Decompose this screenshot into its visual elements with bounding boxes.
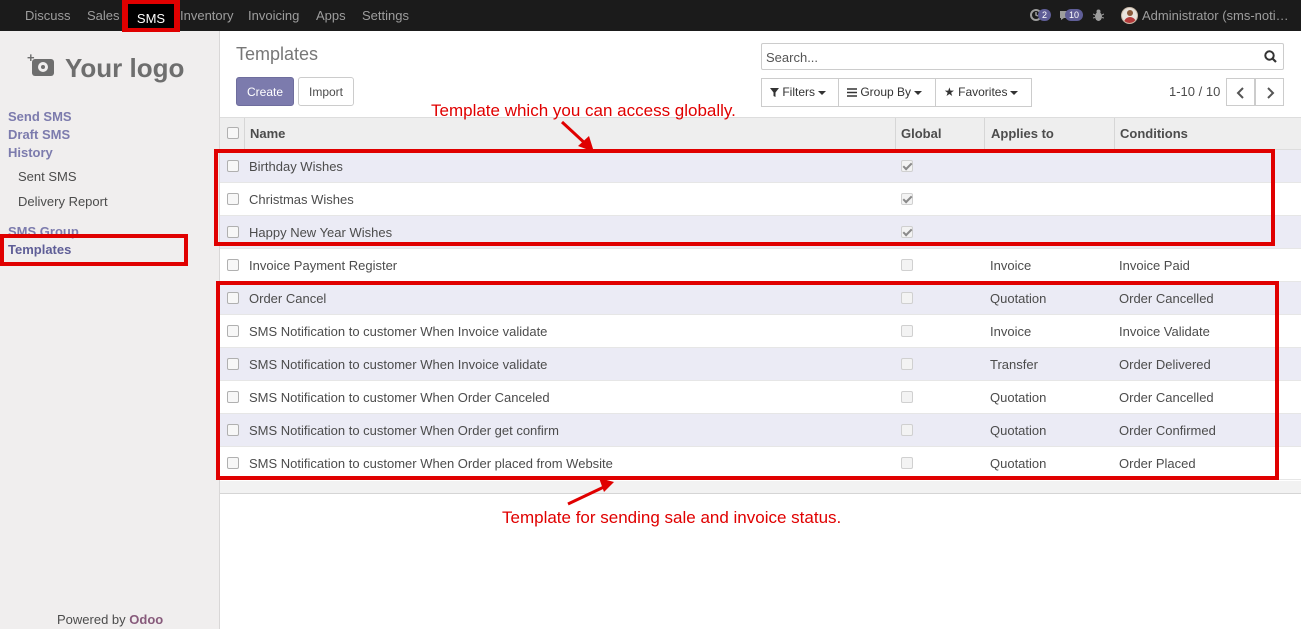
- pager-next-button[interactable]: [1255, 78, 1284, 106]
- menu-settings[interactable]: Settings: [362, 0, 409, 31]
- caret-down-icon: [1010, 90, 1019, 95]
- filter-icon: [770, 88, 779, 97]
- favorites-dropdown[interactable]: ★ Favorites: [935, 78, 1032, 107]
- messages-button[interactable]: 10: [1059, 0, 1085, 31]
- search-bar: [761, 43, 1284, 70]
- column-header-applies-to[interactable]: Applies to: [991, 118, 1054, 149]
- odoo-link[interactable]: Odoo: [129, 612, 163, 627]
- global-templates-highlight: [214, 149, 1275, 246]
- table-header: Name Global Applies to Conditions: [220, 117, 1301, 150]
- menu-apps[interactable]: Apps: [316, 0, 346, 31]
- sidebar-item-delivery-report[interactable]: Delivery Report: [18, 194, 108, 209]
- column-header-name[interactable]: Name: [250, 118, 285, 149]
- powered-by-prefix: Powered by: [57, 612, 130, 627]
- pager-previous-button[interactable]: [1226, 78, 1255, 106]
- bars-icon: [847, 88, 857, 97]
- row-name: Invoice Payment Register: [249, 258, 398, 273]
- menu-discuss[interactable]: Discuss: [25, 0, 71, 31]
- column-header-global[interactable]: Global: [901, 118, 941, 149]
- page-title: Templates: [236, 44, 319, 64]
- global-checkbox: [901, 259, 913, 271]
- top-navbar: Discuss Sales SMS Inventory Invoicing Ap…: [0, 0, 1301, 31]
- chevron-left-icon: [1236, 87, 1244, 99]
- user-menu[interactable]: Administrator (sms-noti…: [1142, 0, 1301, 31]
- caret-down-icon: [818, 90, 827, 95]
- star-icon: ★: [944, 85, 955, 99]
- filters-dropdown[interactable]: Filters: [761, 78, 839, 107]
- column-header-conditions[interactable]: Conditions: [1120, 118, 1188, 149]
- user-avatar[interactable]: [1121, 7, 1138, 24]
- table-row[interactable]: Invoice Payment Register Invoice Invoice P…: [220, 249, 1301, 282]
- sms-menu-highlight: [122, 0, 180, 32]
- status-annotation: Template for sending sale and invoice st…: [502, 508, 842, 527]
- sidebar-item-history[interactable]: History: [8, 145, 53, 160]
- chevron-right-icon: [1267, 87, 1275, 99]
- sidebar: + Your logo Send SMS Draft SMS History S…: [0, 31, 220, 629]
- import-button[interactable]: Import: [298, 77, 354, 106]
- sidebar-item-draft-sms[interactable]: Draft SMS: [8, 127, 70, 142]
- global-annotation: Template which you can access globally.: [431, 101, 736, 120]
- filters-label: Filters: [782, 85, 816, 99]
- favorites-label: Favorites: [958, 85, 1008, 99]
- group-by-label: Group By: [860, 85, 912, 99]
- sidebar-item-sent-sms[interactable]: Sent SMS: [18, 169, 77, 184]
- company-logo[interactable]: + Your logo: [22, 49, 200, 93]
- activities-count-badge: 2: [1038, 9, 1052, 21]
- pager-value[interactable]: 1-10 / 10: [1169, 84, 1220, 99]
- status-templates-highlight: [216, 281, 1279, 480]
- logo-text: Your logo: [65, 53, 185, 83]
- camera-icon: [32, 59, 54, 76]
- table-footer: [220, 481, 1301, 494]
- row-applies-to: Invoice: [990, 258, 1032, 273]
- powered-by: Powered by Odoo: [57, 612, 163, 627]
- row-conditions: Invoice Paid: [1119, 258, 1190, 273]
- menu-inventory-label: Inventory: [180, 8, 234, 23]
- select-all-checkbox[interactable]: [227, 127, 239, 139]
- menu-inventory[interactable]: Inventory: [180, 0, 234, 31]
- row-select-checkbox[interactable]: [227, 259, 239, 271]
- search-icon[interactable]: [1264, 50, 1277, 63]
- menu-sales[interactable]: Sales: [87, 0, 120, 31]
- create-button[interactable]: Create: [236, 77, 294, 106]
- search-input[interactable]: [766, 48, 1246, 66]
- caret-down-icon: [914, 90, 923, 95]
- plus-icon: +: [27, 50, 35, 65]
- templates-menu-highlight: [0, 234, 188, 266]
- group-by-dropdown[interactable]: Group By: [838, 78, 936, 107]
- sidebar-item-send-sms[interactable]: Send SMS: [8, 109, 72, 124]
- menu-invoicing[interactable]: Invoicing: [248, 0, 299, 31]
- messages-count-badge: 10: [1065, 9, 1084, 21]
- activities-button[interactable]: 2: [1030, 0, 1054, 31]
- bug-icon[interactable]: [1093, 9, 1104, 22]
